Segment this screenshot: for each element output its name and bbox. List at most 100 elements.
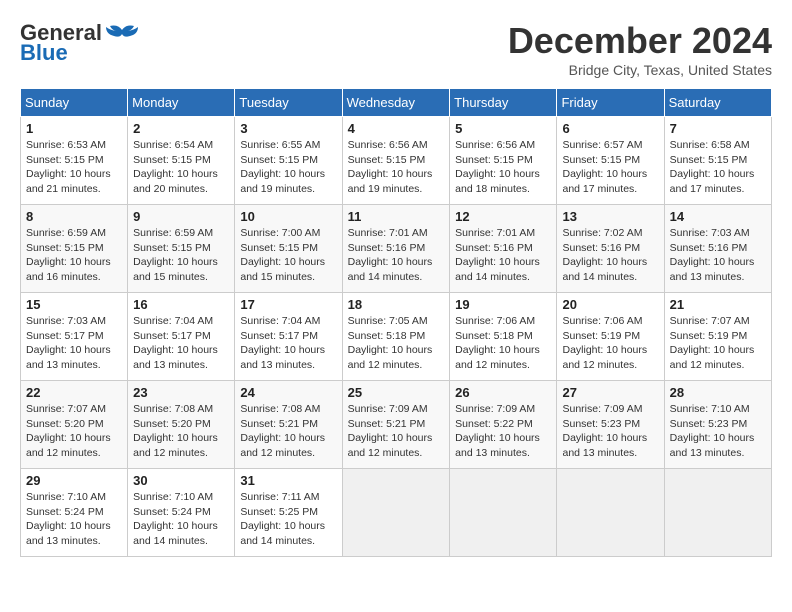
calendar-day-cell: 16 Sunrise: 7:04 AMSunset: 5:17 PMDaylig… (128, 293, 235, 381)
day-number: 22 (26, 385, 122, 400)
calendar-week-row: 8 Sunrise: 6:59 AMSunset: 5:15 PMDayligh… (21, 205, 772, 293)
day-number: 24 (240, 385, 336, 400)
calendar-day-cell: 7 Sunrise: 6:58 AMSunset: 5:15 PMDayligh… (664, 117, 771, 205)
day-info: Sunrise: 7:11 AMSunset: 5:25 PMDaylight:… (240, 491, 325, 547)
day-number: 16 (133, 297, 229, 312)
title-block: December 2024 Bridge City, Texas, United… (508, 20, 772, 78)
calendar-day-header: Saturday (664, 89, 771, 117)
day-info: Sunrise: 7:01 AMSunset: 5:16 PMDaylight:… (455, 227, 540, 283)
day-number: 26 (455, 385, 551, 400)
calendar-day-cell: 10 Sunrise: 7:00 AMSunset: 5:15 PMDaylig… (235, 205, 342, 293)
calendar-day-header: Sunday (21, 89, 128, 117)
calendar-empty-cell (664, 469, 771, 557)
day-number: 9 (133, 209, 229, 224)
day-info: Sunrise: 7:04 AMSunset: 5:17 PMDaylight:… (240, 315, 325, 371)
calendar-day-cell: 13 Sunrise: 7:02 AMSunset: 5:16 PMDaylig… (557, 205, 664, 293)
calendar-day-cell: 20 Sunrise: 7:06 AMSunset: 5:19 PMDaylig… (557, 293, 664, 381)
calendar-day-cell: 25 Sunrise: 7:09 AMSunset: 5:21 PMDaylig… (342, 381, 450, 469)
day-number: 19 (455, 297, 551, 312)
calendar-day-cell: 22 Sunrise: 7:07 AMSunset: 5:20 PMDaylig… (21, 381, 128, 469)
day-info: Sunrise: 6:59 AMSunset: 5:15 PMDaylight:… (26, 227, 111, 283)
day-number: 7 (670, 121, 766, 136)
day-number: 21 (670, 297, 766, 312)
day-number: 31 (240, 473, 336, 488)
logo: General Blue (20, 20, 140, 66)
day-number: 3 (240, 121, 336, 136)
calendar-empty-cell (557, 469, 664, 557)
calendar-week-row: 1 Sunrise: 6:53 AMSunset: 5:15 PMDayligh… (21, 117, 772, 205)
calendar-day-cell: 9 Sunrise: 6:59 AMSunset: 5:15 PMDayligh… (128, 205, 235, 293)
calendar-day-cell: 12 Sunrise: 7:01 AMSunset: 5:16 PMDaylig… (450, 205, 557, 293)
calendar-day-header: Monday (128, 89, 235, 117)
day-info: Sunrise: 7:02 AMSunset: 5:16 PMDaylight:… (562, 227, 647, 283)
day-info: Sunrise: 7:06 AMSunset: 5:19 PMDaylight:… (562, 315, 647, 371)
month-title: December 2024 (508, 20, 772, 62)
calendar-day-cell: 23 Sunrise: 7:08 AMSunset: 5:20 PMDaylig… (128, 381, 235, 469)
day-number: 25 (348, 385, 445, 400)
day-number: 13 (562, 209, 658, 224)
calendar-day-cell: 4 Sunrise: 6:56 AMSunset: 5:15 PMDayligh… (342, 117, 450, 205)
day-number: 11 (348, 209, 445, 224)
day-info: Sunrise: 7:03 AMSunset: 5:16 PMDaylight:… (670, 227, 755, 283)
calendar-day-header: Tuesday (235, 89, 342, 117)
day-number: 2 (133, 121, 229, 136)
day-info: Sunrise: 6:58 AMSunset: 5:15 PMDaylight:… (670, 139, 755, 195)
day-info: Sunrise: 7:09 AMSunset: 5:22 PMDaylight:… (455, 403, 540, 459)
calendar-day-cell: 2 Sunrise: 6:54 AMSunset: 5:15 PMDayligh… (128, 117, 235, 205)
day-info: Sunrise: 6:56 AMSunset: 5:15 PMDaylight:… (348, 139, 433, 195)
day-info: Sunrise: 6:55 AMSunset: 5:15 PMDaylight:… (240, 139, 325, 195)
logo-bird-icon (104, 22, 140, 44)
calendar-empty-cell (342, 469, 450, 557)
calendar-day-cell: 5 Sunrise: 6:56 AMSunset: 5:15 PMDayligh… (450, 117, 557, 205)
calendar-day-header: Thursday (450, 89, 557, 117)
day-number: 8 (26, 209, 122, 224)
day-info: Sunrise: 7:07 AMSunset: 5:20 PMDaylight:… (26, 403, 111, 459)
calendar-day-cell: 14 Sunrise: 7:03 AMSunset: 5:16 PMDaylig… (664, 205, 771, 293)
day-number: 20 (562, 297, 658, 312)
calendar-day-cell: 30 Sunrise: 7:10 AMSunset: 5:24 PMDaylig… (128, 469, 235, 557)
day-number: 12 (455, 209, 551, 224)
calendar-day-cell: 31 Sunrise: 7:11 AMSunset: 5:25 PMDaylig… (235, 469, 342, 557)
calendar-day-cell: 21 Sunrise: 7:07 AMSunset: 5:19 PMDaylig… (664, 293, 771, 381)
day-info: Sunrise: 7:01 AMSunset: 5:16 PMDaylight:… (348, 227, 433, 283)
day-info: Sunrise: 7:08 AMSunset: 5:21 PMDaylight:… (240, 403, 325, 459)
calendar-day-cell: 27 Sunrise: 7:09 AMSunset: 5:23 PMDaylig… (557, 381, 664, 469)
calendar-day-cell: 8 Sunrise: 6:59 AMSunset: 5:15 PMDayligh… (21, 205, 128, 293)
day-info: Sunrise: 6:56 AMSunset: 5:15 PMDaylight:… (455, 139, 540, 195)
day-info: Sunrise: 7:10 AMSunset: 5:23 PMDaylight:… (670, 403, 755, 459)
calendar-day-header: Friday (557, 89, 664, 117)
day-number: 4 (348, 121, 445, 136)
calendar-day-cell: 17 Sunrise: 7:04 AMSunset: 5:17 PMDaylig… (235, 293, 342, 381)
day-number: 29 (26, 473, 122, 488)
page-header: General Blue December 2024 Bridge City, … (20, 20, 772, 78)
calendar-week-row: 15 Sunrise: 7:03 AMSunset: 5:17 PMDaylig… (21, 293, 772, 381)
day-number: 6 (562, 121, 658, 136)
day-info: Sunrise: 7:00 AMSunset: 5:15 PMDaylight:… (240, 227, 325, 283)
calendar-day-cell: 15 Sunrise: 7:03 AMSunset: 5:17 PMDaylig… (21, 293, 128, 381)
day-info: Sunrise: 7:10 AMSunset: 5:24 PMDaylight:… (26, 491, 111, 547)
day-info: Sunrise: 7:08 AMSunset: 5:20 PMDaylight:… (133, 403, 218, 459)
day-number: 14 (670, 209, 766, 224)
day-info: Sunrise: 7:09 AMSunset: 5:23 PMDaylight:… (562, 403, 647, 459)
day-info: Sunrise: 7:09 AMSunset: 5:21 PMDaylight:… (348, 403, 433, 459)
day-info: Sunrise: 7:10 AMSunset: 5:24 PMDaylight:… (133, 491, 218, 547)
calendar-day-cell: 29 Sunrise: 7:10 AMSunset: 5:24 PMDaylig… (21, 469, 128, 557)
calendar-day-cell: 1 Sunrise: 6:53 AMSunset: 5:15 PMDayligh… (21, 117, 128, 205)
calendar-table: SundayMondayTuesdayWednesdayThursdayFrid… (20, 88, 772, 557)
day-info: Sunrise: 7:05 AMSunset: 5:18 PMDaylight:… (348, 315, 433, 371)
logo-blue-text: Blue (20, 40, 68, 66)
day-number: 5 (455, 121, 551, 136)
calendar-day-cell: 11 Sunrise: 7:01 AMSunset: 5:16 PMDaylig… (342, 205, 450, 293)
day-number: 10 (240, 209, 336, 224)
calendar-day-cell: 3 Sunrise: 6:55 AMSunset: 5:15 PMDayligh… (235, 117, 342, 205)
calendar-empty-cell (450, 469, 557, 557)
day-info: Sunrise: 7:03 AMSunset: 5:17 PMDaylight:… (26, 315, 111, 371)
day-number: 15 (26, 297, 122, 312)
day-info: Sunrise: 7:06 AMSunset: 5:18 PMDaylight:… (455, 315, 540, 371)
day-number: 28 (670, 385, 766, 400)
calendar-week-row: 29 Sunrise: 7:10 AMSunset: 5:24 PMDaylig… (21, 469, 772, 557)
day-info: Sunrise: 6:57 AMSunset: 5:15 PMDaylight:… (562, 139, 647, 195)
day-info: Sunrise: 6:53 AMSunset: 5:15 PMDaylight:… (26, 139, 111, 195)
calendar-day-cell: 28 Sunrise: 7:10 AMSunset: 5:23 PMDaylig… (664, 381, 771, 469)
day-number: 27 (562, 385, 658, 400)
